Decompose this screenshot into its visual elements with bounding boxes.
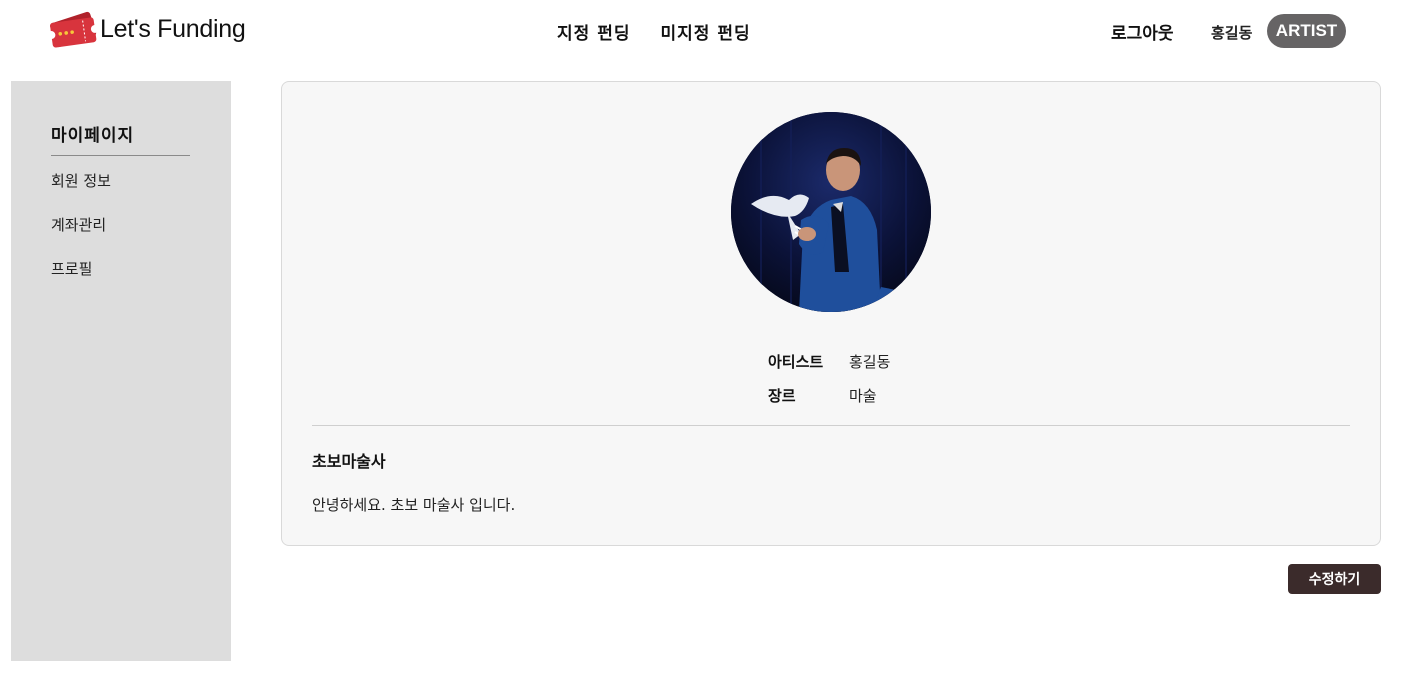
profile-card: 아티스트 홍길동 장르 마술 초보마술사 안녕하세요. 초보 마술사 입니다. — [281, 81, 1381, 546]
info-row-genre: 장르 마술 — [768, 385, 877, 406]
sidebar-item-member-info[interactable]: 회원 정보 — [51, 170, 111, 191]
logout-link[interactable]: 로그아웃 — [1111, 19, 1174, 44]
profile-avatar — [731, 112, 931, 312]
logo-text: Let's Funding — [100, 14, 246, 43]
main-nav: 지정 펀딩 미지정 펀딩 — [557, 19, 751, 44]
logo[interactable]: Let's Funding — [48, 7, 246, 51]
user-name: 홍길동 — [1211, 24, 1253, 42]
sidebar-title: 마이페이지 — [51, 126, 135, 146]
artist-value: 홍길동 — [849, 353, 891, 371]
profile-title: 초보마술사 — [312, 452, 386, 471]
card-divider — [312, 425, 1350, 426]
nav-designated-funding[interactable]: 지정 펀딩 — [557, 19, 630, 44]
nav-undesignated-funding[interactable]: 미지정 펀딩 — [660, 19, 750, 44]
ticket-icon — [48, 7, 98, 51]
sidebar-item-account-management[interactable]: 계좌관리 — [51, 214, 106, 235]
role-badge: ARTIST — [1267, 14, 1346, 48]
top-header: Let's Funding 지정 펀딩 미지정 펀딩 로그아웃 홍길동 ARTI… — [0, 0, 1412, 62]
sidebar-item-profile[interactable]: 프로필 — [51, 258, 92, 279]
profile-intro: 안녕하세요. 초보 마술사 입니다. — [312, 496, 516, 514]
genre-value: 마술 — [849, 387, 877, 405]
info-row-artist: 아티스트 홍길동 — [768, 351, 890, 372]
sidebar: 마이페이지 회원 정보 계좌관리 프로필 — [11, 81, 231, 661]
genre-label: 장르 — [768, 387, 796, 405]
edit-button[interactable]: 수정하기 — [1288, 564, 1381, 594]
artist-label: 아티스트 — [768, 353, 824, 371]
sidebar-divider — [51, 155, 190, 156]
